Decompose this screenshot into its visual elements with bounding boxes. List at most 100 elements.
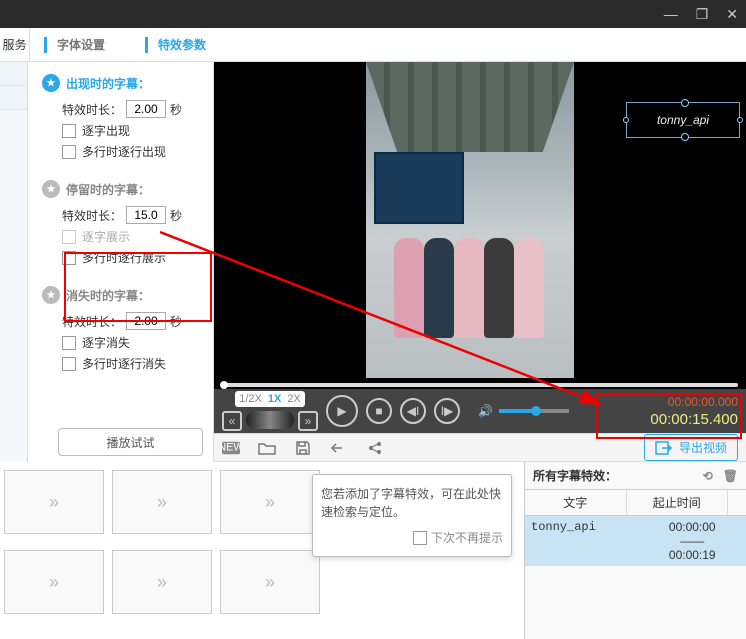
next-frame-button[interactable]: » xyxy=(298,411,318,431)
chevron-right-icon: » xyxy=(265,492,275,513)
video-preview[interactable]: tonny_api xyxy=(214,62,746,378)
back-icon[interactable]: ⟲ xyxy=(703,469,713,483)
thumbnail-slot[interactable]: » xyxy=(220,470,320,534)
speed-selector[interactable]: 1/2X 1X 2X xyxy=(235,391,305,407)
bottom-area: » » » » » » 您若添加了字幕特效，可在此处快速检索与定位。 下次不再提… xyxy=(0,462,746,639)
speed-two[interactable]: 2X xyxy=(287,393,300,405)
preview-panel: tonny_api 1/2X 1X 2X « » ▶ xyxy=(214,62,746,462)
play-test-button[interactable]: 播放试试 xyxy=(58,428,203,456)
checkbox[interactable] xyxy=(62,251,76,265)
thumbnail-block: » » » » » » 您若添加了字幕特效，可在此处快速检索与定位。 下次不再提… xyxy=(0,462,524,639)
maximize-icon[interactable]: ❐ xyxy=(696,6,709,23)
tab-effect-params[interactable]: 特效参数 xyxy=(158,36,206,53)
fx-header: 所有字幕特效： xyxy=(533,467,617,484)
tab-indicator-icon xyxy=(44,37,47,53)
tab-font-settings[interactable]: 字体设置 xyxy=(57,36,105,53)
prev-frame-button[interactable]: « xyxy=(222,411,242,431)
stay-duration-input[interactable] xyxy=(126,206,166,224)
close-icon[interactable]: ✕ xyxy=(726,6,738,23)
thumbnail-slot[interactable]: » xyxy=(4,550,104,614)
section-title: 消失时的字幕： xyxy=(66,287,150,304)
open-folder-icon[interactable] xyxy=(258,439,276,457)
checkbox-dont-show[interactable] xyxy=(413,531,427,545)
hint-tooltip: 您若添加了字幕特效，可在此处快速检索与定位。 下次不再提示 xyxy=(312,474,512,557)
disappear-duration-input[interactable] xyxy=(126,312,166,330)
fx-row-text: tonny_api xyxy=(525,520,639,562)
section-title: 出现时的字幕： xyxy=(66,75,150,92)
player-controls: 1/2X 1X 2X « » ▶ ■ ◀I I▶ 🔊 00:00:00.000 xyxy=(214,389,746,433)
checkbox[interactable] xyxy=(62,357,76,371)
toolbar: NEW 导出视频 xyxy=(214,433,746,462)
dont-show-label: 下次不再提示 xyxy=(431,529,503,546)
export-video-button[interactable]: 导出视频 xyxy=(644,434,738,461)
tab-bar: 字体设置 特效参数 xyxy=(30,28,206,61)
checkbox[interactable] xyxy=(62,230,76,244)
sidebar-slot[interactable] xyxy=(0,86,27,110)
unit-sec: 秒 xyxy=(170,313,182,330)
duration-label: 特效时长： xyxy=(62,207,122,224)
thumbnail-slot[interactable]: » xyxy=(112,470,212,534)
appear-duration-input[interactable] xyxy=(126,100,166,118)
export-icon xyxy=(655,441,673,455)
save-icon[interactable] xyxy=(294,439,312,457)
share-icon[interactable] xyxy=(366,439,384,457)
duration-label: 特效时长： xyxy=(62,101,122,118)
chevron-right-icon: » xyxy=(49,492,59,513)
sidebar-slot[interactable] xyxy=(0,62,27,86)
star-icon: ★ xyxy=(42,286,60,304)
chk-label: 逐字展示 xyxy=(82,228,130,245)
tab-indicator-icon xyxy=(145,37,148,53)
settings-panel: ★出现时的字幕： 特效时长：秒 逐字出现 多行时逐行出现 ★ 停留时的字幕： 特效… xyxy=(28,62,214,462)
time-display: 00:00:00.000 00:00:15.400 xyxy=(650,393,738,429)
duration-label: 特效时长： xyxy=(62,313,122,330)
chk-label: 逐字出现 xyxy=(82,122,130,139)
unit-sec: 秒 xyxy=(170,207,182,224)
watermark-text: tonny_api xyxy=(657,113,709,127)
step-back-button[interactable]: ◀I xyxy=(400,398,426,424)
chk-label: 逐字消失 xyxy=(82,334,130,351)
chevron-right-icon: » xyxy=(265,572,275,593)
svg-text:NEW: NEW xyxy=(222,441,240,453)
thumbnail-slot[interactable]: » xyxy=(112,550,212,614)
current-time: 00:00:00.000 xyxy=(650,393,738,411)
speed-half[interactable]: 1/2X xyxy=(239,393,262,405)
fx-row[interactable]: tonny_api 00:00:00 —— 00:00:19 xyxy=(525,516,746,566)
chevron-right-icon: » xyxy=(157,492,167,513)
chk-label: 多行时逐行消失 xyxy=(82,355,166,372)
speed-one[interactable]: 1X xyxy=(268,393,281,405)
volume-slider[interactable] xyxy=(499,409,569,413)
scrub-bar[interactable] xyxy=(214,378,746,389)
section-stay: ★停留时的字幕： 特效时长：秒 逐字展示 多行时逐行展示 xyxy=(42,180,205,266)
minimize-icon[interactable]: — xyxy=(664,6,678,22)
tooltip-text: 您若添加了字幕特效，可在此处快速检索与定位。 xyxy=(321,485,503,521)
col-text: 文字 xyxy=(525,490,627,515)
export-label: 导出视频 xyxy=(679,439,727,456)
star-icon: ★ xyxy=(42,180,60,198)
checkbox[interactable] xyxy=(62,336,76,350)
effects-panel: 所有字幕特效： ⟲ 🗑 文字 起止时间 tonny_api 00:00:00 —… xyxy=(524,462,746,639)
thumbnail-slot[interactable]: » xyxy=(220,550,320,614)
thumbnail-slot[interactable]: » xyxy=(4,470,104,534)
play-button[interactable]: ▶ xyxy=(326,395,358,427)
left-sidebar xyxy=(0,62,28,462)
watermark-overlay[interactable]: tonny_api xyxy=(626,102,740,138)
undo-icon[interactable] xyxy=(330,439,348,457)
section-appear: ★出现时的字幕： 特效时长：秒 逐字出现 多行时逐行出现 xyxy=(42,74,205,160)
fx-columns: 文字 起止时间 xyxy=(525,490,746,516)
new-icon[interactable]: NEW xyxy=(222,439,240,457)
titlebar: — ❐ ✕ xyxy=(0,0,746,28)
section-title: 停留时的字幕： xyxy=(66,181,150,198)
jog-wheel-icon[interactable] xyxy=(246,411,294,429)
top-strip: 服务 字体设置 特效参数 xyxy=(0,28,746,62)
step-forward-button[interactable]: I▶ xyxy=(434,398,460,424)
chevron-right-icon: » xyxy=(157,572,167,593)
section-disappear: ★ 消失时的字幕： 特效时长： 秒 逐字消失 多行时逐行消失 xyxy=(42,286,205,372)
fx-row-time: 00:00:00 —— 00:00:19 xyxy=(639,520,746,562)
trash-icon[interactable]: 🗑 xyxy=(723,469,738,483)
volume-icon[interactable]: 🔊 xyxy=(478,404,493,418)
col-spacer xyxy=(728,490,746,515)
stop-button[interactable]: ■ xyxy=(366,398,392,424)
chevron-right-icon: » xyxy=(49,572,59,593)
checkbox[interactable] xyxy=(62,145,76,159)
checkbox[interactable] xyxy=(62,124,76,138)
